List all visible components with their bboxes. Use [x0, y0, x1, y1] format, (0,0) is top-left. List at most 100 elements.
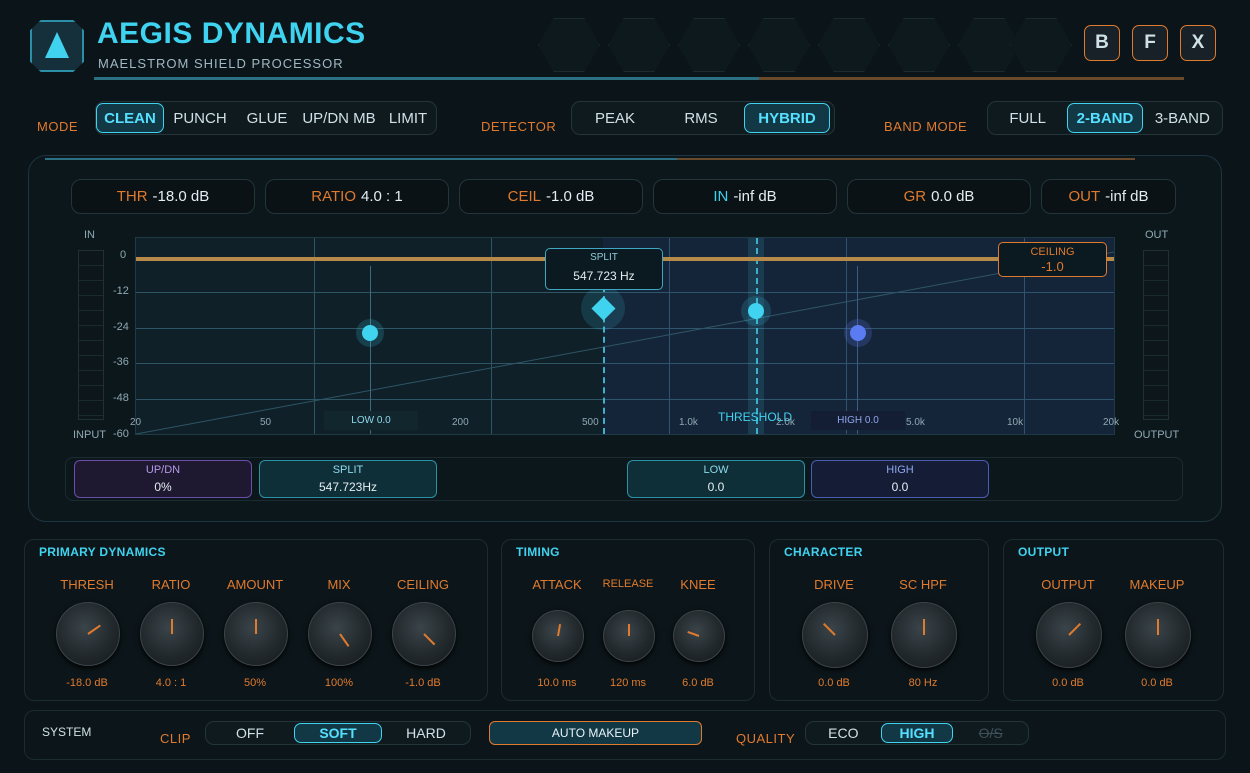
mode-selector: CLEAN PUNCH GLUE UP/DN MB LIMIT [95, 101, 437, 135]
release-knob[interactable] [603, 610, 655, 662]
output-knob[interactable] [1036, 602, 1102, 668]
attack-knob[interactable] [532, 610, 584, 662]
quality-label: QUALITY [736, 731, 796, 746]
character-title: CHARACTER [784, 545, 863, 559]
clip-soft[interactable]: SOFT [294, 723, 382, 743]
low-band-handle[interactable] [362, 325, 378, 341]
band-full[interactable]: FULL [988, 104, 1067, 132]
drive-label: DRIVE [814, 577, 854, 592]
sc-hpf-value: 80 Hz [908, 677, 938, 689]
updn-pill[interactable]: UP/DN 0% [74, 460, 252, 498]
mix-knob[interactable] [308, 602, 372, 666]
hex-decoration [888, 18, 950, 72]
x-tick: 20 [130, 417, 142, 428]
clip-hard[interactable]: HARD [382, 723, 470, 743]
quality-selector: ECO HIGH O/S [805, 721, 1029, 745]
quality-os[interactable]: O/S [953, 723, 1028, 743]
knob-pointer [171, 619, 173, 634]
mode-limit[interactable]: LIMIT [380, 104, 436, 132]
knob-pointer [628, 624, 630, 636]
ratio-value: 4.0 : 1 [155, 677, 187, 689]
detector-hybrid[interactable]: HYBRID [744, 103, 830, 133]
mode-glue[interactable]: GLUE [236, 104, 298, 132]
knee-value: 6.0 dB [682, 677, 714, 689]
drive-value: 0.0 dB [818, 677, 850, 689]
band-2[interactable]: 2-BAND [1067, 103, 1143, 133]
detector-label: DETECTOR [481, 119, 557, 134]
mix-value: 100% [324, 677, 354, 689]
x-tick: 200 [452, 417, 469, 428]
updn-pill-title: UP/DN [145, 464, 181, 476]
makeup-label: MAKEUP [1129, 577, 1185, 592]
split-pill-title: SPLIT [332, 464, 364, 476]
knob-pointer [557, 624, 562, 637]
mode-punch[interactable]: PUNCH [164, 104, 236, 132]
knee-knob[interactable] [673, 610, 725, 662]
hex-decoration [538, 18, 600, 72]
low-band-tag: LOW 0.0 [324, 411, 418, 430]
amount-label: AMOUNT [226, 577, 284, 592]
low-pill-value: 0.0 [707, 480, 725, 494]
x-tick: 10k [1007, 417, 1024, 428]
meter-key: OUT [1068, 188, 1101, 205]
amount-knob[interactable] [224, 602, 288, 666]
x-tick: 500 [582, 417, 599, 428]
y-tick: -36 [113, 356, 129, 368]
sc-hpf-knob[interactable] [891, 602, 957, 668]
detector-selector: PEAK RMS HYBRID [571, 101, 835, 135]
attack-label: ATTACK [532, 577, 582, 592]
meter-value: 0.0 dB [931, 188, 975, 205]
auto-makeup-button[interactable]: AUTO MAKEUP [489, 721, 702, 745]
ceiling-knob[interactable] [392, 602, 456, 666]
mode-clean[interactable]: CLEAN [96, 103, 164, 133]
f-button[interactable]: F [1132, 25, 1168, 61]
close-button[interactable]: X [1180, 25, 1216, 61]
y-tick: -48 [113, 392, 129, 404]
low-pill[interactable]: LOW 0.0 [627, 460, 805, 498]
high-band-stem [857, 266, 858, 434]
meter-key: GR [903, 188, 927, 205]
knob-pointer [255, 619, 257, 634]
transfer-graph[interactable]: SPLIT 547.723 Hz CEILING -1.0 LOW 0.0 HI… [130, 237, 1119, 435]
logo [30, 20, 84, 72]
meter-value: -18.0 dB [152, 188, 210, 205]
high-band-handle[interactable] [850, 325, 866, 341]
threshold-handle[interactable] [748, 303, 764, 319]
ratio-label: RATIO [151, 577, 191, 592]
b-button[interactable]: B [1084, 25, 1120, 61]
split-pill[interactable]: SPLIT 547.723Hz [259, 460, 437, 498]
knob-pointer [822, 622, 836, 636]
clip-off[interactable]: OFF [206, 723, 294, 743]
out-meter-label: OUT [1145, 229, 1169, 241]
meter-value: -inf dB [733, 188, 777, 205]
band-3[interactable]: 3-BAND [1143, 104, 1222, 132]
hex-decoration [1010, 18, 1072, 72]
high-pill[interactable]: HIGH 0.0 [811, 460, 989, 498]
meter-value: -1.0 dB [545, 188, 595, 205]
thresh-knob[interactable] [56, 602, 120, 666]
quality-eco[interactable]: ECO [806, 723, 881, 743]
hex-decoration [818, 18, 880, 72]
knob-pointer [1068, 622, 1082, 636]
makeup-knob[interactable] [1125, 602, 1191, 668]
ceiling-tag: CEILING -1.0 [998, 242, 1107, 277]
quality-high[interactable]: HIGH [880, 723, 954, 743]
detector-rms[interactable]: RMS [658, 104, 744, 132]
mode-updn-mb[interactable]: UP/DN MB [298, 104, 380, 132]
x-tick: 5.0k [906, 417, 925, 428]
knob-pointer [87, 624, 101, 635]
ceiling-tag-value: -1.0 [1041, 259, 1064, 274]
attack-value: 10.0 ms [537, 677, 577, 689]
detector-peak[interactable]: PEAK [572, 104, 658, 132]
ceiling-tag-title: CEILING [1030, 246, 1075, 258]
in-meter-label: IN [84, 229, 95, 241]
system-label: SYSTEM [42, 725, 92, 739]
input-level-meter [78, 250, 104, 420]
drive-knob[interactable] [802, 602, 868, 668]
y-tick: 0 [120, 249, 127, 261]
makeup-value: 0.0 dB [1141, 677, 1173, 689]
output-title: OUTPUT [1018, 545, 1070, 559]
split-pill-value: 547.723Hz [318, 480, 378, 494]
ratio-knob[interactable] [140, 602, 204, 666]
clip-label: CLIP [160, 731, 191, 746]
